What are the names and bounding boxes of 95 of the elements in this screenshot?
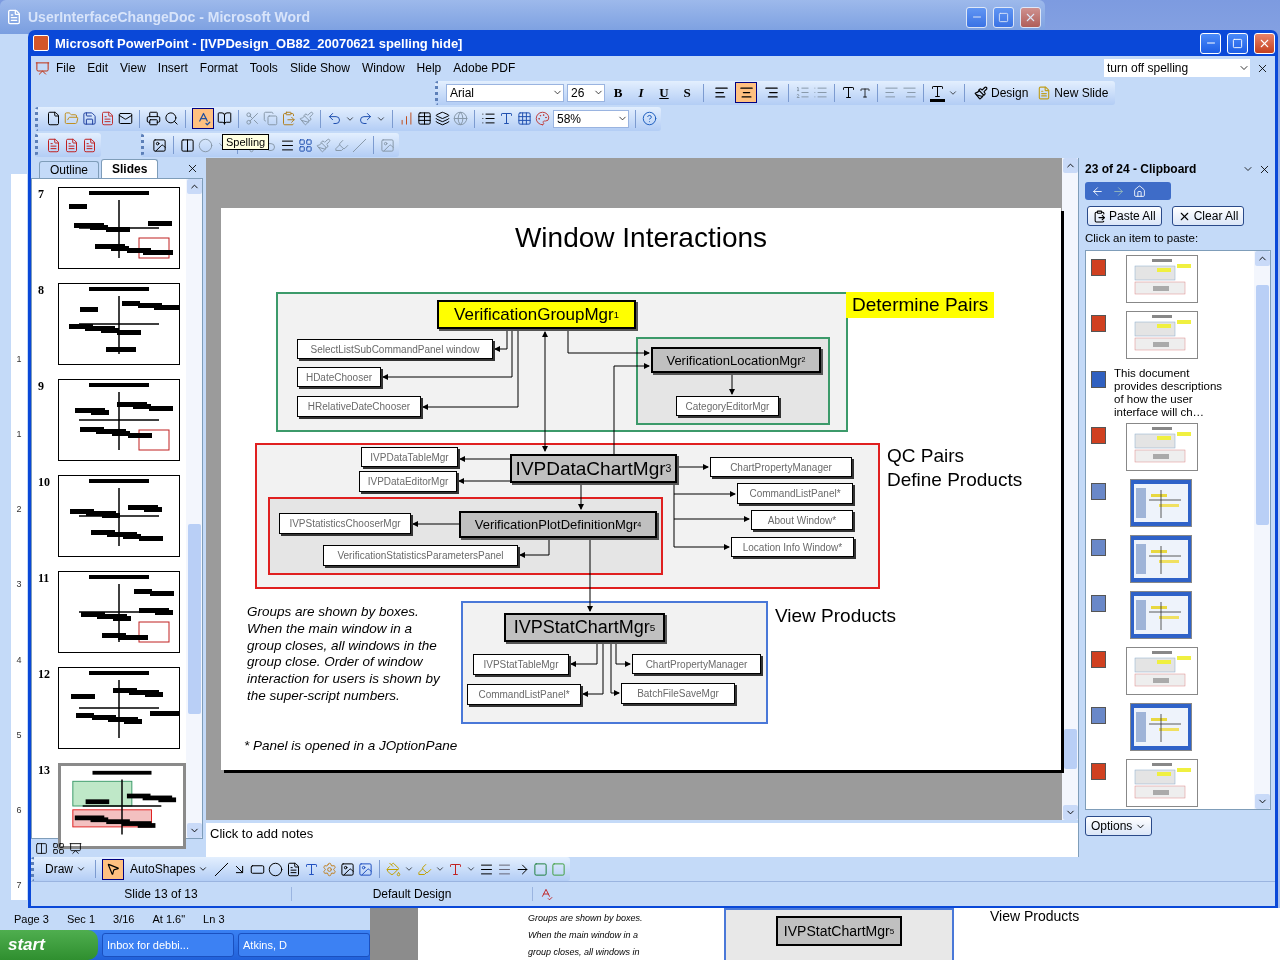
menu-item[interactable]: Format bbox=[193, 59, 244, 77]
window-node: VerificationPlotDefinitionMgr$^{4}$ bbox=[459, 511, 657, 538]
group-label: Define Products bbox=[886, 468, 1024, 492]
draw-menu-button[interactable]: Draw bbox=[42, 862, 89, 876]
group-label: QC Pairs bbox=[886, 444, 966, 468]
status-text: Ln 3 bbox=[203, 913, 225, 925]
style-button[interactable]: S bbox=[677, 84, 697, 101]
font-field[interactable]: Arial bbox=[446, 83, 564, 102]
status-text: 3/16 bbox=[113, 913, 135, 925]
window-node: About Window* bbox=[751, 510, 853, 530]
window-node: Location Info Window* bbox=[731, 537, 854, 557]
menu-item[interactable]: File bbox=[50, 59, 82, 77]
ruler-number: 3 bbox=[16, 579, 22, 590]
field-value: turn off spelling bbox=[1107, 61, 1189, 75]
menu-item[interactable]: Edit bbox=[81, 59, 115, 77]
menu-item[interactable]: Help bbox=[410, 59, 448, 77]
design-button[interactable]: Design bbox=[971, 85, 1032, 100]
slide-number: 10 bbox=[38, 475, 51, 490]
help-search-field[interactable]: turn off spelling bbox=[1104, 59, 1250, 77]
menu-item[interactable]: View bbox=[114, 59, 152, 77]
field-value: 58% bbox=[557, 111, 582, 126]
taskbar-button[interactable]: Inbox for debbi... bbox=[102, 933, 234, 957]
field-value: 26 bbox=[571, 85, 585, 100]
window-node: IVPDataEditorMgr bbox=[359, 471, 457, 492]
window-node: ChartPropertyManager bbox=[632, 654, 761, 674]
window-node: IVPDataTableMgr bbox=[361, 447, 458, 467]
new-slide-button[interactable]: New Slide bbox=[1034, 85, 1112, 100]
clipboard-text: This document provides descriptions of how the user interface will ch… bbox=[1114, 367, 1224, 419]
clipboard-item[interactable]: This document provides descriptions of how the user interface will ch… bbox=[1086, 367, 1254, 423]
status-text: Page 3 bbox=[14, 913, 49, 925]
field-value: Arial bbox=[450, 85, 474, 100]
window-node: VerificationLocationMgr$^{2}$ bbox=[651, 347, 821, 373]
menu-item[interactable]: Insert bbox=[151, 59, 194, 77]
slide-number: 9 bbox=[38, 379, 45, 394]
pane-tab[interactable]: Slides bbox=[101, 159, 159, 178]
window-node: BatchFileSaveMgr bbox=[621, 683, 735, 704]
zoom-field[interactable]: 58% bbox=[553, 109, 629, 128]
window-node: CategoryEditorMgr bbox=[676, 396, 779, 416]
group-label: View Products bbox=[990, 908, 1080, 926]
window-node: IVPStatChartMgr$^{5}$ bbox=[504, 613, 665, 642]
slide-title: Window Interactions bbox=[513, 222, 769, 254]
ruler-number: 1 bbox=[16, 354, 22, 364]
window-title: Microsoft PowerPoint - [IVPDesign_OB82_20070621 spelling hide] bbox=[55, 35, 464, 51]
window-node: IVPStatisticsChooserMgr bbox=[279, 513, 411, 534]
ruler-number: 6 bbox=[16, 804, 22, 815]
window-node: IVPDataChartMgr$^{3}$ bbox=[510, 454, 677, 483]
pane-tab[interactable]: Outline bbox=[39, 161, 100, 178]
slide-number: 7 bbox=[38, 187, 45, 202]
pane-title: 23 of 24 - Clipboard bbox=[1085, 162, 1198, 176]
window-node: VerificationStatisticsParametersPanel bbox=[323, 545, 518, 566]
slide-number: 8 bbox=[38, 283, 45, 298]
window-node: CommandListPanel* bbox=[737, 483, 853, 504]
window-node: HRelativeDateChooser bbox=[297, 396, 421, 417]
window-node: SelectListSubCommandPanel window bbox=[297, 339, 493, 359]
font-size-field[interactable]: 26 bbox=[567, 83, 605, 102]
window-node: HDateChooser bbox=[297, 367, 381, 387]
ruler-number: 1 bbox=[16, 429, 22, 440]
ruler-number: 2 bbox=[16, 504, 22, 515]
document-text: When the main window in a bbox=[528, 929, 640, 942]
pane-hint: Click an item to paste: bbox=[1085, 232, 1200, 244]
group-label: View Products bbox=[774, 604, 898, 628]
slide-number: 12 bbox=[38, 667, 51, 682]
menu-item[interactable]: Slide Show bbox=[283, 59, 356, 77]
group-label: Determine Pairs bbox=[846, 292, 995, 318]
ruler-number: 5 bbox=[16, 729, 22, 740]
document-text: Groups are shown by boxes. bbox=[528, 912, 644, 925]
window-node: VerificationGroupMgr$^{1}$ bbox=[437, 300, 636, 329]
menu-item[interactable]: Window bbox=[355, 59, 411, 77]
window-title: UserInterfaceChangeDoc - Microsoft Word bbox=[28, 9, 312, 25]
slide-number: 11 bbox=[38, 571, 51, 586]
window-node: IVPStatChartMgr$^{5}$ bbox=[775, 916, 903, 946]
window-node: ChartPropertyManager bbox=[710, 457, 852, 477]
window-node: IVPStatTableMgr bbox=[473, 654, 569, 675]
options-button[interactable]: Options bbox=[1085, 816, 1153, 836]
slide-number: 13 bbox=[38, 763, 51, 778]
document-text: group closes, all windows in bbox=[528, 946, 641, 959]
status-text: Sec 1 bbox=[66, 913, 95, 925]
legend-note: Groups are shown by boxes. When the main window in a group closes, all windows in the group close. Order of window interaction for users is shown by the super-script numbers. bbox=[247, 604, 441, 705]
ruler-number: 7 bbox=[16, 880, 22, 890]
style-button[interactable]: U bbox=[654, 84, 674, 101]
tooltip: Spelling bbox=[222, 134, 270, 150]
menu-item[interactable]: Adobe PDF bbox=[447, 59, 522, 77]
status-text: At 1.6" bbox=[152, 913, 186, 925]
ruler-number: 4 bbox=[16, 654, 22, 665]
menu-item[interactable]: Tools bbox=[243, 59, 284, 77]
status-text: Default Design bbox=[292, 887, 533, 901]
style-button[interactable]: B bbox=[608, 84, 628, 101]
style-button[interactable]: I bbox=[631, 84, 651, 101]
footnote: * Panel is opened in a JOptionPane bbox=[244, 738, 458, 753]
window-node: CommandListPanel* bbox=[467, 684, 581, 705]
taskbar-button[interactable]: Atkins, D bbox=[238, 933, 370, 957]
clear-all-button[interactable]: Clear All bbox=[1171, 206, 1245, 226]
status-text: Slide 13 of 13 bbox=[31, 887, 292, 901]
autoshapes-button[interactable]: AutoShapes bbox=[127, 862, 212, 876]
paste-all-button[interactable]: Paste All bbox=[1087, 206, 1162, 226]
